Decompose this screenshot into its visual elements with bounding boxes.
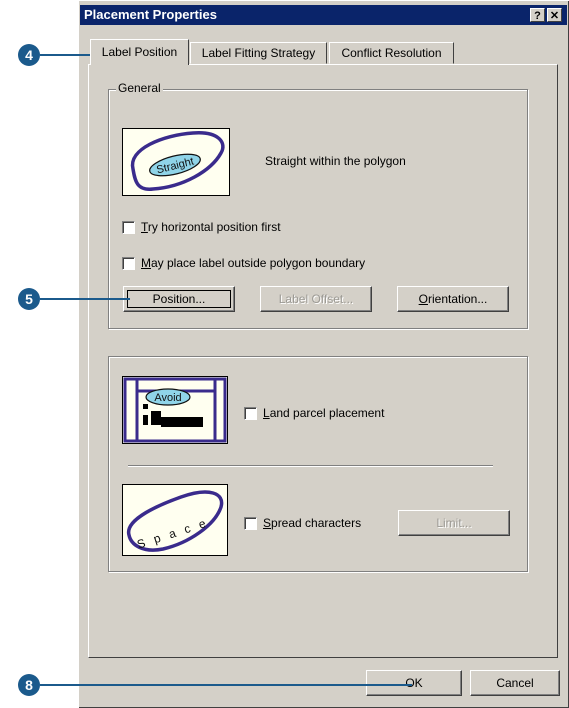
spread-characters-checkbox[interactable] xyxy=(244,517,257,530)
callout-5: 5 xyxy=(18,288,40,310)
straight-label-preview-icon: Straight xyxy=(122,128,230,196)
tab-label-position[interactable]: Label Position xyxy=(90,39,189,65)
avoid-icon-text: Avoid xyxy=(154,392,181,404)
label-offset-button[interactable]: Label Offset... xyxy=(260,286,372,312)
orientation-button[interactable]: Orientation... xyxy=(397,286,509,312)
general-legend: General xyxy=(116,81,163,95)
window-title: Placement Properties xyxy=(84,7,217,22)
tab-conflict-resolution[interactable]: Conflict Resolution xyxy=(329,42,454,64)
callout-5-leader xyxy=(40,298,130,300)
help-button[interactable]: ? xyxy=(530,8,545,22)
callout-8: 8 xyxy=(18,674,40,696)
callout-8-leader xyxy=(40,684,412,686)
tab-label-fitting-strategy[interactable]: Label Fitting Strategy xyxy=(190,42,327,64)
land-parcel-checkbox[interactable] xyxy=(244,407,257,420)
spread-characters-label: Spread characters xyxy=(263,516,362,530)
callout-4: 4 xyxy=(18,44,40,66)
land-parcel-avoid-icon: Avoid xyxy=(122,376,228,444)
position-button[interactable]: Position... xyxy=(123,286,235,312)
outside-boundary-label: May place label outside polygon boundary xyxy=(141,256,366,270)
try-horizontal-checkbox[interactable] xyxy=(122,221,135,234)
outside-boundary-checkbox[interactable] xyxy=(122,257,135,270)
try-horizontal-label: Try horizontal position first xyxy=(141,220,281,234)
straight-description: Straight within the polygon xyxy=(265,154,406,168)
ok-button[interactable]: OK xyxy=(366,670,462,696)
spread-characters-icon: S p a c e xyxy=(122,484,228,556)
land-parcel-label: Land parcel placement xyxy=(263,406,385,420)
close-button[interactable]: ✕ xyxy=(547,8,562,22)
cancel-button[interactable]: Cancel xyxy=(470,670,560,696)
callout-4-leader xyxy=(40,54,92,56)
limit-button[interactable]: Limit... xyxy=(398,510,510,536)
options-divider xyxy=(128,465,493,467)
